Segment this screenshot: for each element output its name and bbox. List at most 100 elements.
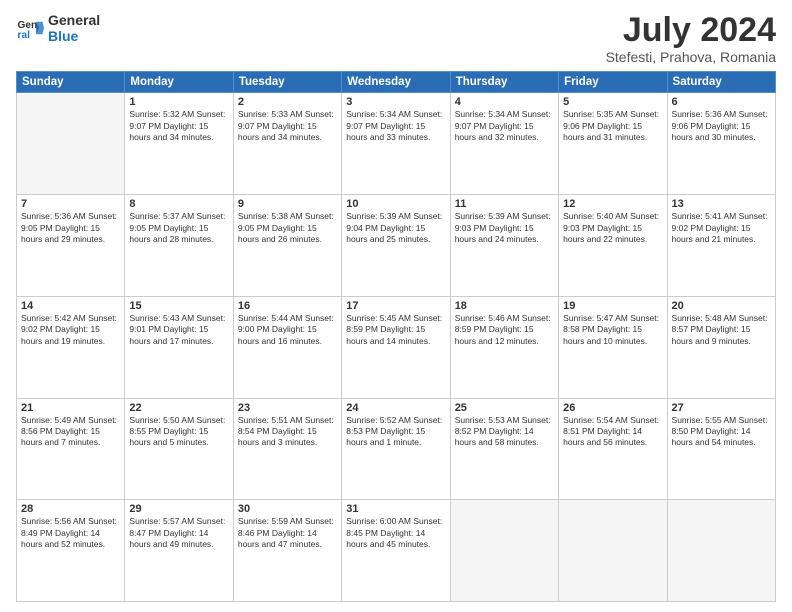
- day-cell: 28Sunrise: 5:56 AM Sunset: 8:49 PM Dayli…: [17, 500, 125, 602]
- day-cell: 1Sunrise: 5:32 AM Sunset: 9:07 PM Daylig…: [125, 93, 233, 195]
- day-number: 7: [21, 198, 120, 210]
- day-number: 24: [346, 402, 445, 414]
- day-cell: 16Sunrise: 5:44 AM Sunset: 9:00 PM Dayli…: [233, 296, 341, 398]
- day-detail: Sunrise: 5:52 AM Sunset: 8:53 PM Dayligh…: [346, 415, 445, 449]
- logo-icon: Gene ral: [16, 14, 44, 42]
- day-number: 26: [563, 402, 662, 414]
- day-detail: Sunrise: 5:37 AM Sunset: 9:05 PM Dayligh…: [129, 211, 228, 245]
- day-number: 11: [455, 198, 554, 210]
- day-detail: Sunrise: 6:00 AM Sunset: 8:45 PM Dayligh…: [346, 516, 445, 550]
- day-header-tuesday: Tuesday: [233, 72, 341, 93]
- day-detail: Sunrise: 5:48 AM Sunset: 8:57 PM Dayligh…: [672, 313, 771, 347]
- day-detail: Sunrise: 5:45 AM Sunset: 8:59 PM Dayligh…: [346, 313, 445, 347]
- day-detail: Sunrise: 5:46 AM Sunset: 8:59 PM Dayligh…: [455, 313, 554, 347]
- day-cell: 8Sunrise: 5:37 AM Sunset: 9:05 PM Daylig…: [125, 195, 233, 297]
- day-cell: 15Sunrise: 5:43 AM Sunset: 9:01 PM Dayli…: [125, 296, 233, 398]
- day-detail: Sunrise: 5:50 AM Sunset: 8:55 PM Dayligh…: [129, 415, 228, 449]
- day-cell: [559, 500, 667, 602]
- week-row-4: 28Sunrise: 5:56 AM Sunset: 8:49 PM Dayli…: [17, 500, 776, 602]
- day-detail: Sunrise: 5:36 AM Sunset: 9:06 PM Dayligh…: [672, 109, 771, 143]
- day-header-monday: Monday: [125, 72, 233, 93]
- day-cell: 12Sunrise: 5:40 AM Sunset: 9:03 PM Dayli…: [559, 195, 667, 297]
- day-number: 14: [21, 300, 120, 312]
- day-cell: 27Sunrise: 5:55 AM Sunset: 8:50 PM Dayli…: [667, 398, 775, 500]
- day-detail: Sunrise: 5:47 AM Sunset: 8:58 PM Dayligh…: [563, 313, 662, 347]
- day-detail: Sunrise: 5:41 AM Sunset: 9:02 PM Dayligh…: [672, 211, 771, 245]
- day-detail: Sunrise: 5:55 AM Sunset: 8:50 PM Dayligh…: [672, 415, 771, 449]
- day-number: 20: [672, 300, 771, 312]
- day-cell: 4Sunrise: 5:34 AM Sunset: 9:07 PM Daylig…: [450, 93, 558, 195]
- day-number: 18: [455, 300, 554, 312]
- day-header-thursday: Thursday: [450, 72, 558, 93]
- day-detail: Sunrise: 5:49 AM Sunset: 8:56 PM Dayligh…: [21, 415, 120, 449]
- day-cell: [667, 500, 775, 602]
- day-cell: 3Sunrise: 5:34 AM Sunset: 9:07 PM Daylig…: [342, 93, 450, 195]
- day-header-friday: Friday: [559, 72, 667, 93]
- day-number: 21: [21, 402, 120, 414]
- day-number: 9: [238, 198, 337, 210]
- day-detail: Sunrise: 5:57 AM Sunset: 8:47 PM Dayligh…: [129, 516, 228, 550]
- day-number: 16: [238, 300, 337, 312]
- day-cell: 30Sunrise: 5:59 AM Sunset: 8:46 PM Dayli…: [233, 500, 341, 602]
- day-cell: 24Sunrise: 5:52 AM Sunset: 8:53 PM Dayli…: [342, 398, 450, 500]
- day-header-sunday: Sunday: [17, 72, 125, 93]
- day-cell: 5Sunrise: 5:35 AM Sunset: 9:06 PM Daylig…: [559, 93, 667, 195]
- title-block: July 2024 Stefesti, Prahova, Romania: [606, 12, 776, 65]
- day-detail: Sunrise: 5:34 AM Sunset: 9:07 PM Dayligh…: [346, 109, 445, 143]
- day-number: 17: [346, 300, 445, 312]
- day-cell: 25Sunrise: 5:53 AM Sunset: 8:52 PM Dayli…: [450, 398, 558, 500]
- day-detail: Sunrise: 5:53 AM Sunset: 8:52 PM Dayligh…: [455, 415, 554, 449]
- week-row-3: 21Sunrise: 5:49 AM Sunset: 8:56 PM Dayli…: [17, 398, 776, 500]
- day-detail: Sunrise: 5:54 AM Sunset: 8:51 PM Dayligh…: [563, 415, 662, 449]
- day-detail: Sunrise: 5:39 AM Sunset: 9:03 PM Dayligh…: [455, 211, 554, 245]
- day-number: 4: [455, 96, 554, 108]
- day-detail: Sunrise: 5:38 AM Sunset: 9:05 PM Dayligh…: [238, 211, 337, 245]
- svg-text:ral: ral: [18, 30, 31, 41]
- logo-line1: General: [48, 12, 100, 28]
- day-number: 13: [672, 198, 771, 210]
- day-number: 8: [129, 198, 228, 210]
- subtitle: Stefesti, Prahova, Romania: [606, 49, 776, 65]
- day-number: 27: [672, 402, 771, 414]
- day-number: 25: [455, 402, 554, 414]
- day-cell: 11Sunrise: 5:39 AM Sunset: 9:03 PM Dayli…: [450, 195, 558, 297]
- week-row-1: 7Sunrise: 5:36 AM Sunset: 9:05 PM Daylig…: [17, 195, 776, 297]
- day-cell: 23Sunrise: 5:51 AM Sunset: 8:54 PM Dayli…: [233, 398, 341, 500]
- day-number: 6: [672, 96, 771, 108]
- day-cell: 20Sunrise: 5:48 AM Sunset: 8:57 PM Dayli…: [667, 296, 775, 398]
- day-number: 3: [346, 96, 445, 108]
- day-cell: 9Sunrise: 5:38 AM Sunset: 9:05 PM Daylig…: [233, 195, 341, 297]
- day-detail: Sunrise: 5:56 AM Sunset: 8:49 PM Dayligh…: [21, 516, 120, 550]
- day-detail: Sunrise: 5:51 AM Sunset: 8:54 PM Dayligh…: [238, 415, 337, 449]
- day-cell: 18Sunrise: 5:46 AM Sunset: 8:59 PM Dayli…: [450, 296, 558, 398]
- day-detail: Sunrise: 5:40 AM Sunset: 9:03 PM Dayligh…: [563, 211, 662, 245]
- logo: Gene ral General Blue: [16, 12, 100, 44]
- day-number: 19: [563, 300, 662, 312]
- day-detail: Sunrise: 5:39 AM Sunset: 9:04 PM Dayligh…: [346, 211, 445, 245]
- day-number: 31: [346, 503, 445, 515]
- header: Gene ral General Blue July 2024 Stefesti…: [16, 12, 776, 65]
- day-number: 30: [238, 503, 337, 515]
- day-detail: Sunrise: 5:43 AM Sunset: 9:01 PM Dayligh…: [129, 313, 228, 347]
- calendar-body: 1Sunrise: 5:32 AM Sunset: 9:07 PM Daylig…: [17, 93, 776, 602]
- day-detail: Sunrise: 5:33 AM Sunset: 9:07 PM Dayligh…: [238, 109, 337, 143]
- page: Gene ral General Blue July 2024 Stefesti…: [0, 0, 792, 612]
- day-number: 22: [129, 402, 228, 414]
- calendar-header: SundayMondayTuesdayWednesdayThursdayFrid…: [17, 72, 776, 93]
- day-cell: 19Sunrise: 5:47 AM Sunset: 8:58 PM Dayli…: [559, 296, 667, 398]
- day-number: 28: [21, 503, 120, 515]
- day-cell: 2Sunrise: 5:33 AM Sunset: 9:07 PM Daylig…: [233, 93, 341, 195]
- header-row: SundayMondayTuesdayWednesdayThursdayFrid…: [17, 72, 776, 93]
- day-header-saturday: Saturday: [667, 72, 775, 93]
- day-cell: 7Sunrise: 5:36 AM Sunset: 9:05 PM Daylig…: [17, 195, 125, 297]
- day-number: 23: [238, 402, 337, 414]
- day-number: 2: [238, 96, 337, 108]
- day-cell: 13Sunrise: 5:41 AM Sunset: 9:02 PM Dayli…: [667, 195, 775, 297]
- day-cell: 29Sunrise: 5:57 AM Sunset: 8:47 PM Dayli…: [125, 500, 233, 602]
- day-cell: [17, 93, 125, 195]
- day-detail: Sunrise: 5:34 AM Sunset: 9:07 PM Dayligh…: [455, 109, 554, 143]
- day-detail: Sunrise: 5:44 AM Sunset: 9:00 PM Dayligh…: [238, 313, 337, 347]
- day-cell: 31Sunrise: 6:00 AM Sunset: 8:45 PM Dayli…: [342, 500, 450, 602]
- day-detail: Sunrise: 5:59 AM Sunset: 8:46 PM Dayligh…: [238, 516, 337, 550]
- week-row-0: 1Sunrise: 5:32 AM Sunset: 9:07 PM Daylig…: [17, 93, 776, 195]
